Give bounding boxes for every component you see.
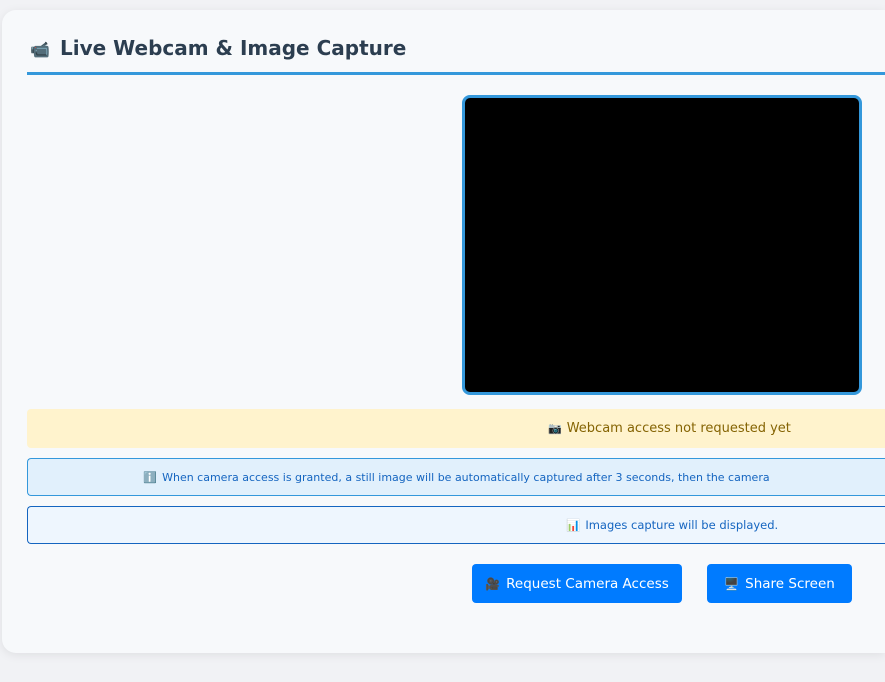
share-screen-label: Share Screen <box>745 575 835 592</box>
request-camera-label: Request Camera Access <box>506 575 669 592</box>
monitor-icon: 🖥️ <box>724 576 740 591</box>
page-title-text: Live Webcam & Image Capture <box>60 36 407 60</box>
request-camera-button[interactable]: 🎥 Request Camera Access <box>472 564 682 603</box>
video-camera-icon: 📹 <box>30 40 50 59</box>
webcam-video <box>462 95 862 395</box>
page-title: 📹 Live Webcam & Image Capture <box>27 36 885 75</box>
share-screen-button[interactable]: 🖥️ Share Screen <box>707 564 852 603</box>
status-message: 📷 Webcam access not requested yet <box>27 409 885 448</box>
movie-camera-icon: 🎥 <box>485 576 501 591</box>
info-text: When camera access is granted, a still i… <box>162 470 770 484</box>
images-text: Images capture will be displayed. <box>585 518 779 532</box>
info-message: ℹ️ When camera access is granted, a still… <box>27 458 885 496</box>
chart-icon: 📊 <box>566 518 581 532</box>
camera-icon: 📷 <box>548 422 562 435</box>
info-icon: ℹ️ <box>143 470 158 484</box>
status-text: Webcam access not requested yet <box>566 421 791 436</box>
images-placeholder: 📊 Images capture will be displayed. <box>27 506 885 544</box>
